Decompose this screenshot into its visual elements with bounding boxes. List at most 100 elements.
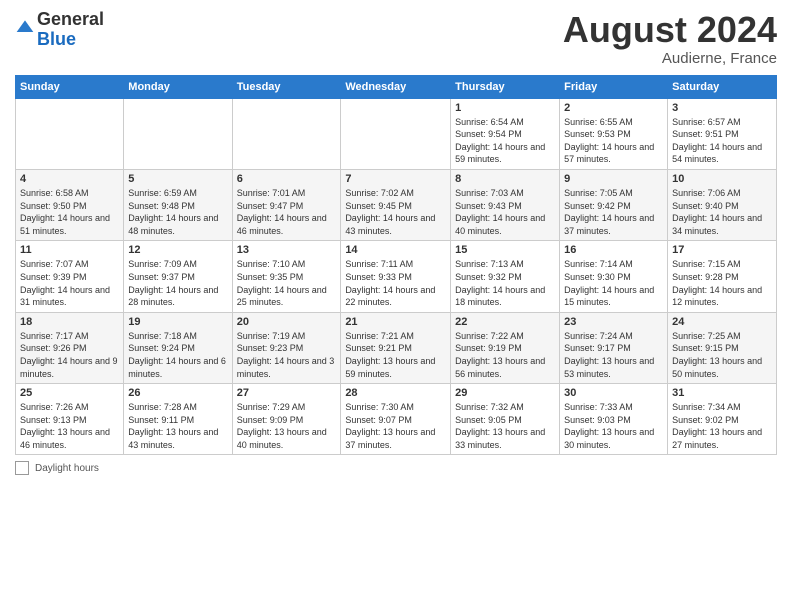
- day-number: 1: [455, 102, 555, 114]
- table-cell: 9 Sunrise: 7:05 AMSunset: 9:42 PMDaylight…: [560, 169, 668, 240]
- day-info: Sunrise: 7:18 AMSunset: 9:24 PMDaylight:…: [128, 330, 227, 380]
- month-year: August 2024: [563, 10, 777, 50]
- day-number: 29: [455, 387, 555, 399]
- day-info: Sunrise: 7:32 AMSunset: 9:05 PMDaylight:…: [455, 401, 555, 451]
- table-cell: 12 Sunrise: 7:09 AMSunset: 9:37 PMDayligh…: [124, 241, 232, 312]
- day-number: 16: [564, 244, 663, 256]
- day-number: 24: [672, 316, 772, 328]
- title-block: August 2024 Audierne, France: [563, 10, 777, 67]
- table-cell: 22Sunrise: 7:22 AMSunset: 9:19 PMDayligh…: [451, 312, 560, 383]
- day-info: Sunrise: 7:15 AMSunset: 9:28 PMDaylight:…: [672, 258, 772, 308]
- day-number: 18: [20, 316, 119, 328]
- table-cell: [341, 98, 451, 169]
- day-number: 3: [672, 102, 772, 114]
- table-cell: 2 Sunrise: 6:55 AMSunset: 9:53 PMDaylight…: [560, 98, 668, 169]
- day-number: 15: [455, 244, 555, 256]
- day-number: 6: [237, 173, 337, 185]
- week-row-5: 25 Sunrise: 7:26 AMSunset: 9:13 PMDayligh…: [16, 384, 777, 455]
- day-info: Sunrise: 7:05 AMSunset: 9:42 PMDaylight:…: [564, 187, 663, 237]
- day-info: Sunrise: 7:17 AMSunset: 9:26 PMDaylight:…: [20, 330, 119, 380]
- day-info: Sunrise: 6:59 AMSunset: 9:48 PMDaylight:…: [128, 187, 227, 237]
- day-info: Sunrise: 7:11 AMSunset: 9:33 PMDaylight:…: [345, 258, 446, 308]
- table-cell: [232, 98, 341, 169]
- logo-general-text: General: [37, 9, 104, 29]
- footer: Daylight hours: [15, 461, 777, 475]
- day-number: 14: [345, 244, 446, 256]
- week-row-1: 1Sunrise: 6:54 AMSunset: 9:54 PMDaylight…: [16, 98, 777, 169]
- day-info: Sunrise: 7:33 AMSunset: 9:03 PMDaylight:…: [564, 401, 663, 451]
- table-cell: 29 Sunrise: 7:32 AMSunset: 9:05 PMDayligh…: [451, 384, 560, 455]
- table-cell: 11Sunrise: 7:07 AMSunset: 9:39 PMDayligh…: [16, 241, 124, 312]
- col-monday: Monday: [124, 75, 232, 98]
- table-cell: 27Sunrise: 7:29 AMSunset: 9:09 PMDayligh…: [232, 384, 341, 455]
- day-info: Sunrise: 7:24 AMSunset: 9:17 PMDaylight:…: [564, 330, 663, 380]
- day-number: 5: [128, 173, 227, 185]
- table-cell: 3 Sunrise: 6:57 AMSunset: 9:51 PMDaylight…: [668, 98, 777, 169]
- day-number: 8: [455, 173, 555, 185]
- day-info: Sunrise: 7:14 AMSunset: 9:30 PMDaylight:…: [564, 258, 663, 308]
- day-number: 17: [672, 244, 772, 256]
- week-row-3: 11Sunrise: 7:07 AMSunset: 9:39 PMDayligh…: [16, 241, 777, 312]
- col-wednesday: Wednesday: [341, 75, 451, 98]
- day-info: Sunrise: 7:10 AMSunset: 9:35 PMDaylight:…: [237, 258, 337, 308]
- day-info: Sunrise: 7:19 AMSunset: 9:23 PMDaylight:…: [237, 330, 337, 380]
- logo-blue-text: Blue: [37, 29, 76, 49]
- day-info: Sunrise: 6:57 AMSunset: 9:51 PMDaylight:…: [672, 116, 772, 166]
- day-number: 9: [564, 173, 663, 185]
- calendar: Sunday Monday Tuesday Wednesday Thursday…: [15, 75, 777, 456]
- day-info: Sunrise: 7:13 AMSunset: 9:32 PMDaylight:…: [455, 258, 555, 308]
- week-row-2: 4 Sunrise: 6:58 AMSunset: 9:50 PMDaylight…: [16, 169, 777, 240]
- day-number: 10: [672, 173, 772, 185]
- col-thursday: Thursday: [451, 75, 560, 98]
- table-cell: 26 Sunrise: 7:28 AMSunset: 9:11 PMDayligh…: [124, 384, 232, 455]
- day-number: 25: [20, 387, 119, 399]
- day-info: Sunrise: 7:26 AMSunset: 9:13 PMDaylight:…: [20, 401, 119, 451]
- day-info: Sunrise: 6:58 AMSunset: 9:50 PMDaylight:…: [20, 187, 119, 237]
- day-info: Sunrise: 7:09 AMSunset: 9:37 PMDaylight:…: [128, 258, 227, 308]
- day-number: 22: [455, 316, 555, 328]
- day-info: Sunrise: 7:01 AMSunset: 9:47 PMDaylight:…: [237, 187, 337, 237]
- footer-label: Daylight hours: [35, 463, 99, 474]
- day-number: 4: [20, 173, 119, 185]
- footer-box: [15, 461, 29, 475]
- table-cell: 28 Sunrise: 7:30 AMSunset: 9:07 PMDayligh…: [341, 384, 451, 455]
- col-tuesday: Tuesday: [232, 75, 341, 98]
- logo-icon: [15, 17, 35, 37]
- table-cell: 23 Sunrise: 7:24 AMSunset: 9:17 PMDayligh…: [560, 312, 668, 383]
- page: General Blue August 2024 Audierne, Franc…: [0, 0, 792, 612]
- table-cell: 16 Sunrise: 7:14 AMSunset: 9:30 PMDayligh…: [560, 241, 668, 312]
- day-number: 28: [345, 387, 446, 399]
- day-number: 12: [128, 244, 227, 256]
- col-sunday: Sunday: [16, 75, 124, 98]
- col-saturday: Saturday: [668, 75, 777, 98]
- table-cell: 13Sunrise: 7:10 AMSunset: 9:35 PMDayligh…: [232, 241, 341, 312]
- table-cell: 31 Sunrise: 7:34 AMSunset: 9:02 PMDayligh…: [668, 384, 777, 455]
- table-cell: 25 Sunrise: 7:26 AMSunset: 9:13 PMDayligh…: [16, 384, 124, 455]
- location: Audierne, France: [563, 50, 777, 67]
- day-info: Sunrise: 7:06 AMSunset: 9:40 PMDaylight:…: [672, 187, 772, 237]
- table-cell: 24Sunrise: 7:25 AMSunset: 9:15 PMDayligh…: [668, 312, 777, 383]
- table-cell: 6 Sunrise: 7:01 AMSunset: 9:47 PMDaylight…: [232, 169, 341, 240]
- day-number: 27: [237, 387, 337, 399]
- table-cell: 30 Sunrise: 7:33 AMSunset: 9:03 PMDayligh…: [560, 384, 668, 455]
- day-info: Sunrise: 7:28 AMSunset: 9:11 PMDaylight:…: [128, 401, 227, 451]
- table-cell: 10 Sunrise: 7:06 AMSunset: 9:40 PMDayligh…: [668, 169, 777, 240]
- table-cell: 18 Sunrise: 7:17 AMSunset: 9:26 PMDayligh…: [16, 312, 124, 383]
- day-number: 2: [564, 102, 663, 114]
- table-cell: 19Sunrise: 7:18 AMSunset: 9:24 PMDayligh…: [124, 312, 232, 383]
- day-info: Sunrise: 7:34 AMSunset: 9:02 PMDaylight:…: [672, 401, 772, 451]
- calendar-header-row: Sunday Monday Tuesday Wednesday Thursday…: [16, 75, 777, 98]
- day-number: 23: [564, 316, 663, 328]
- table-cell: [124, 98, 232, 169]
- table-cell: 8Sunrise: 7:03 AMSunset: 9:43 PMDaylight…: [451, 169, 560, 240]
- col-friday: Friday: [560, 75, 668, 98]
- day-info: Sunrise: 7:30 AMSunset: 9:07 PMDaylight:…: [345, 401, 446, 451]
- day-info: Sunrise: 7:07 AMSunset: 9:39 PMDaylight:…: [20, 258, 119, 308]
- day-info: Sunrise: 6:55 AMSunset: 9:53 PMDaylight:…: [564, 116, 663, 166]
- day-number: 31: [672, 387, 772, 399]
- day-number: 30: [564, 387, 663, 399]
- table-cell: 14 Sunrise: 7:11 AMSunset: 9:33 PMDayligh…: [341, 241, 451, 312]
- day-number: 26: [128, 387, 227, 399]
- table-cell: 4 Sunrise: 6:58 AMSunset: 9:50 PMDaylight…: [16, 169, 124, 240]
- table-cell: 17 Sunrise: 7:15 AMSunset: 9:28 PMDayligh…: [668, 241, 777, 312]
